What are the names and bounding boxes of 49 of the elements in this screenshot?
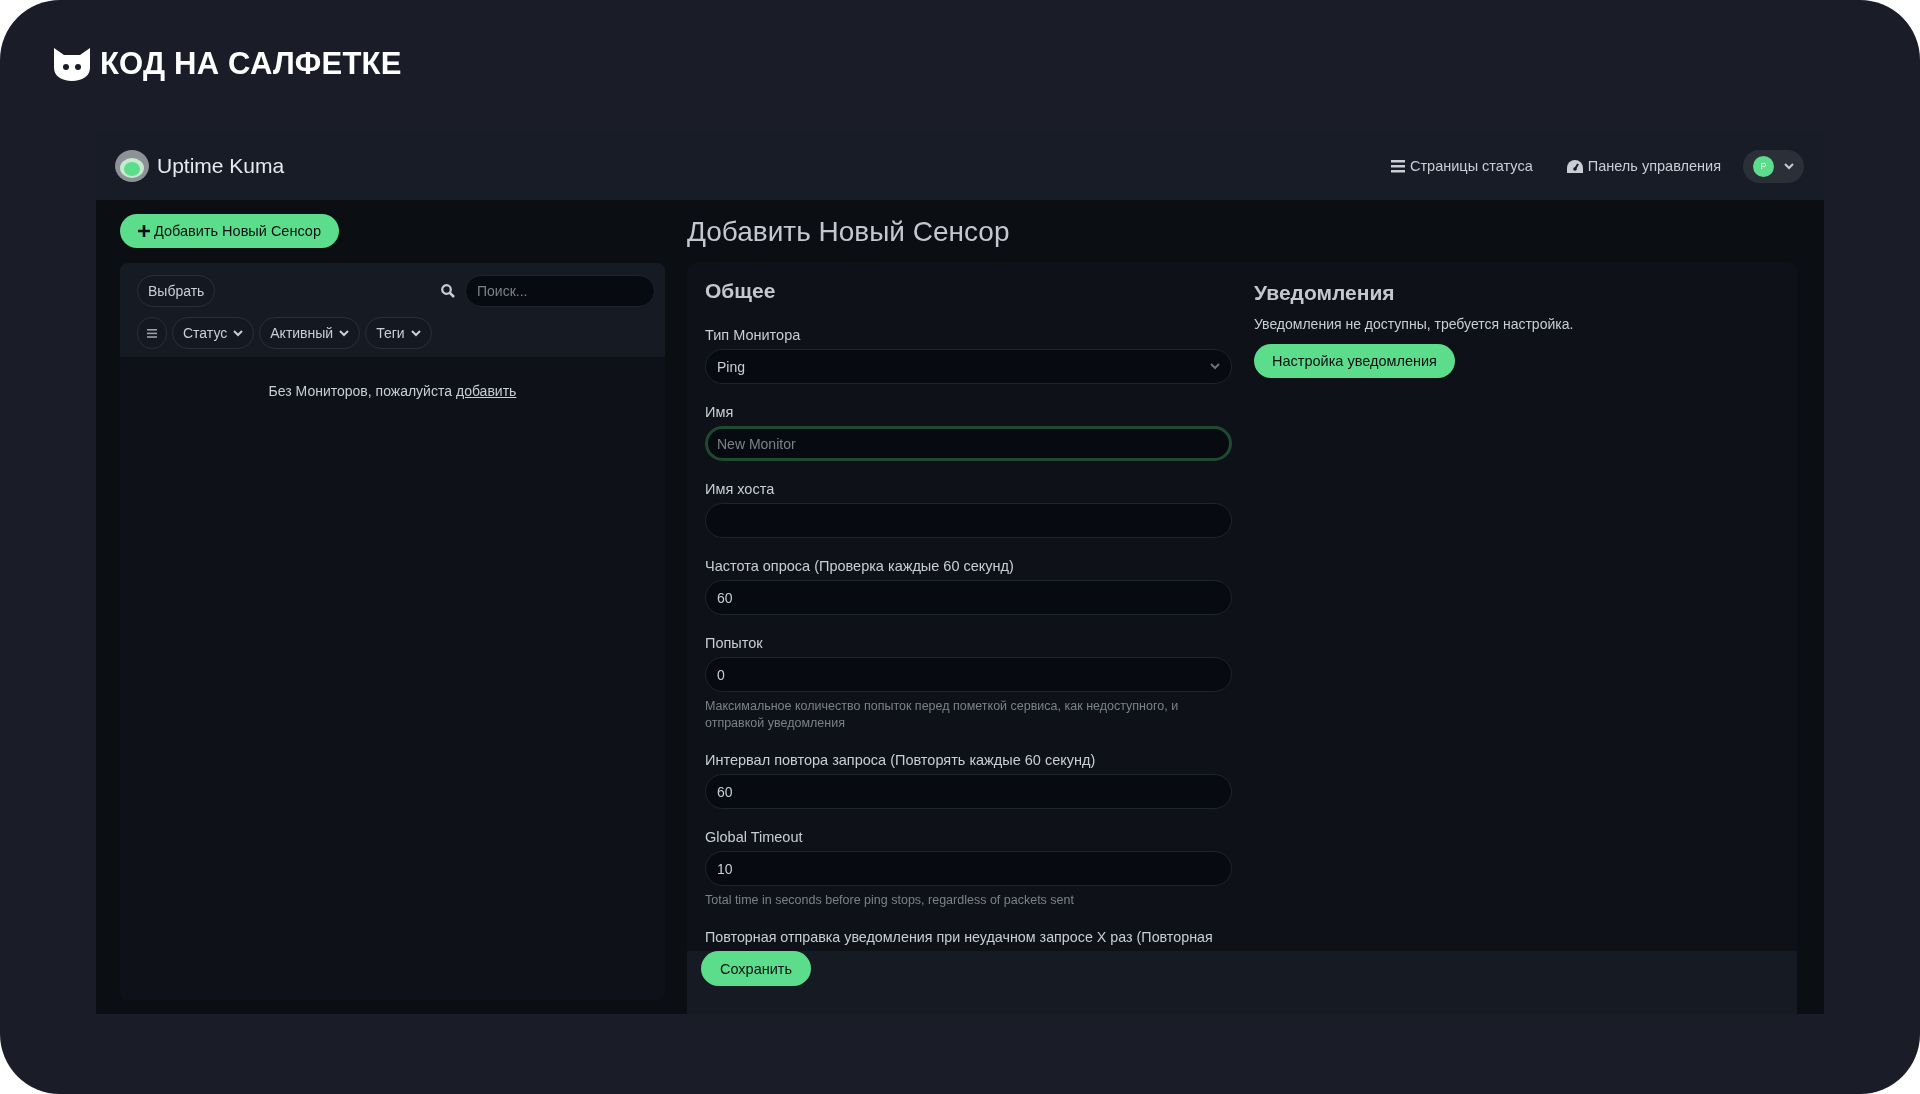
field-label: Повторная отправка уведомления при неудачном запросе X раз (Повторная — [705, 928, 1214, 947]
input-field[interactable]: 60 — [705, 774, 1232, 809]
filter-dropdown[interactable]: Теги — [365, 317, 432, 349]
help-text: Total time in seconds before ping stops, regardless of packets sent — [705, 892, 1075, 909]
field-label: Интервал повтора запроса (Повторять каждые 60 секунд) — [705, 751, 1097, 770]
chevron-down-icon — [339, 329, 350, 337]
input-field[interactable]: 60 — [705, 580, 1232, 615]
search-icon — [441, 284, 455, 298]
plus-icon — [138, 225, 150, 237]
select-button[interactable]: Выбрать — [137, 275, 216, 307]
empty-message: Без Мониторов, пожалуйста — [268, 383, 452, 399]
chevron-down-icon — [1784, 162, 1794, 170]
save-button[interactable]: Сохранить — [701, 951, 812, 986]
section-heading: Уведомления — [1254, 280, 1396, 306]
chevron-down-icon — [410, 329, 421, 337]
cat-icon — [52, 46, 92, 82]
list-icon — [1391, 159, 1405, 173]
menu-icon — [147, 328, 157, 338]
input-field[interactable] — [705, 503, 1232, 538]
chevron-down-icon — [233, 329, 244, 337]
filter-dropdown[interactable]: Активный — [259, 317, 361, 349]
brand-logo-text: КОД НА САЛФЕТКЕ — [100, 46, 402, 82]
field-label: Global Timeout — [705, 828, 804, 847]
input-field[interactable]: 0 — [705, 657, 1232, 692]
page-title: Добавить Новый Сенсор — [687, 214, 1011, 249]
gauge-icon — [1566, 159, 1583, 173]
filter-menu-button[interactable] — [137, 317, 167, 349]
filter-dropdown[interactable]: Статус — [172, 317, 255, 349]
add-link[interactable]: добавить — [455, 383, 517, 399]
monitor-type-select[interactable]: Ping — [705, 349, 1232, 384]
input-field[interactable]: 10 — [705, 851, 1232, 886]
search-field[interactable]: Поиск... — [465, 275, 655, 307]
field-label: Имя — [705, 403, 735, 422]
section-heading: Общее — [705, 278, 777, 304]
chevron-down-icon — [1210, 363, 1220, 370]
input-field[interactable]: New Monitor — [705, 426, 1232, 461]
nav-link[interactable]: Страницы статуса — [1391, 158, 1533, 174]
field-label: Имя хоста — [705, 480, 776, 499]
field-label: Частота опроса (Проверка каждые 60 секунд) — [705, 557, 1015, 576]
field-label: Тип Монитора — [705, 326, 802, 345]
notice-text: Уведомления не доступны, требуется настройка. — [1254, 316, 1575, 332]
setup-notifications-button[interactable]: Настройка уведомления — [1254, 344, 1455, 378]
nav-link[interactable]: Панель управления — [1566, 158, 1721, 174]
app-logo-icon — [114, 149, 150, 183]
field-label: Попыток — [705, 634, 764, 653]
app-name[interactable]: Uptime Kuma — [157, 154, 285, 178]
avatar: P — [1753, 155, 1774, 177]
add-monitor-button[interactable]: Добавить Новый Сенсор — [120, 214, 339, 248]
help-text: Максимальное количество попыток перед пометкой сервиса, как недоступного, и отправкой уведомления — [705, 698, 1180, 732]
